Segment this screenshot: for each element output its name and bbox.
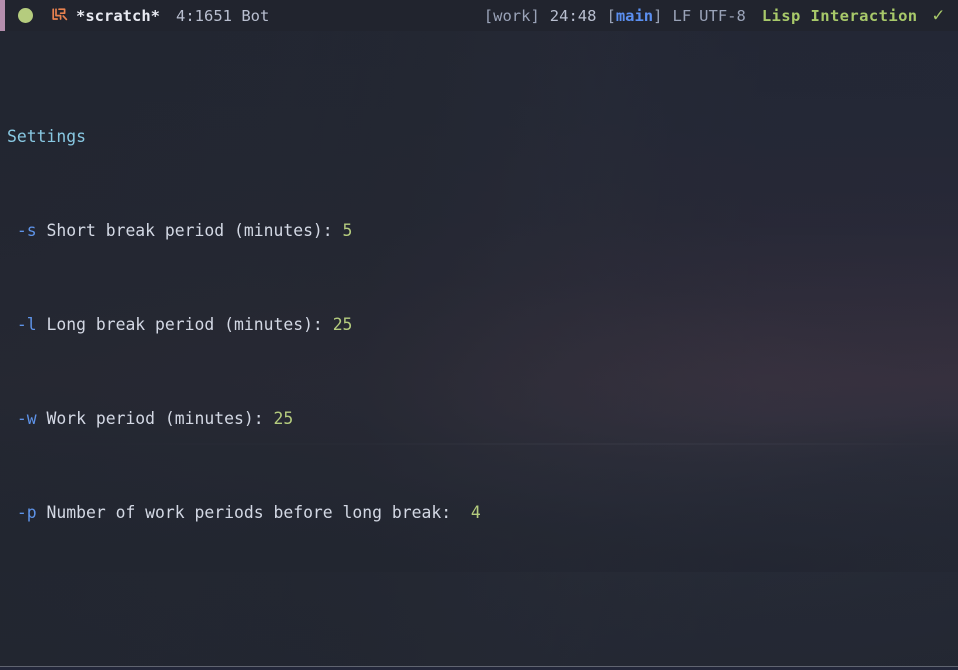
settings-row[interactable]: -s Short break period (minutes): 5 <box>0 219 958 243</box>
vcs-branch[interactable]: [main] <box>606 7 662 25</box>
setting-value: 4 <box>470 503 481 522</box>
buffer-state-indicator <box>5 8 33 23</box>
setting-flag: -l <box>16 315 37 334</box>
setting-value: 5 <box>342 221 353 240</box>
clock: 24:48 <box>549 6 597 25</box>
settings-row[interactable]: -p Number of work periods before long br… <box>0 501 958 525</box>
cursor-position: 4:1651 Bot <box>176 6 270 25</box>
line-ending[interactable]: LF <box>672 7 691 25</box>
lisp-logo-icon <box>50 7 69 24</box>
encoding[interactable]: UTF-8 <box>699 7 746 25</box>
setting-flag: -p <box>16 503 37 522</box>
setting-label: Number of work periods before long break… <box>46 503 452 522</box>
modeline-right-segment: [work] 24:48 [main] LF UTF-8 Lisp Intera… <box>484 6 958 25</box>
setting-value: 25 <box>332 315 353 334</box>
modeline: *scratch* 4:1651 Bot [work] 24:48 [main]… <box>0 0 958 31</box>
settings-heading: Settings <box>7 127 86 146</box>
setting-value: 25 <box>273 409 294 428</box>
emacs-window: *scratch* 4:1651 Bot [work] 24:48 [main]… <box>0 0 958 670</box>
vcs-branch-close-bracket: ] <box>653 6 663 25</box>
major-mode[interactable]: Lisp Interaction <box>762 7 918 25</box>
setting-label: Long break period (minutes): <box>46 315 323 334</box>
buffer-name[interactable]: *scratch* <box>76 7 160 25</box>
vcs-branch-name: main <box>615 6 654 25</box>
setting-label: Work period (minutes): <box>46 409 264 428</box>
setting-flag: -w <box>16 409 37 428</box>
buffer-content[interactable]: Settings -s Short break period (minutes)… <box>0 31 958 670</box>
setting-flag: -s <box>16 221 37 240</box>
buffer-saved-dot-icon <box>18 8 33 23</box>
settings-row[interactable]: -l Long break period (minutes): 25 <box>0 313 958 337</box>
setting-label: Short break period (minutes): <box>46 221 333 240</box>
project-name[interactable]: [work] <box>484 7 540 25</box>
checkmark-icon: ✓ <box>932 4 944 26</box>
vcs-branch-open-bracket: [ <box>606 6 616 25</box>
settings-row[interactable]: -w Work period (minutes): 25 <box>0 407 958 431</box>
